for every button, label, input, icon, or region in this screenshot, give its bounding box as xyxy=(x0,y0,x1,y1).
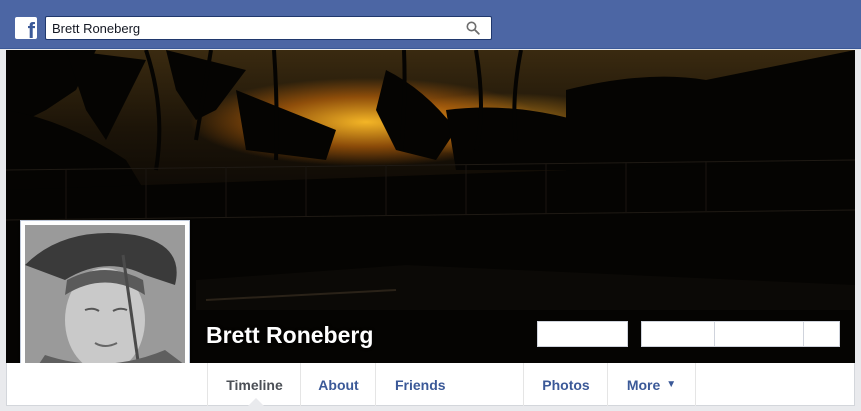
action-button-3[interactable] xyxy=(714,321,804,347)
soldier-portrait xyxy=(25,225,185,385)
logo-letter: f xyxy=(27,18,35,40)
action-button-2[interactable] xyxy=(641,321,715,347)
tab-more[interactable]: More ▼ xyxy=(607,363,696,406)
tab-label: Timeline xyxy=(226,376,283,393)
profile-tab-bar: Timeline About Friends Photos More ▼ xyxy=(6,363,855,406)
search-input[interactable] xyxy=(52,19,452,37)
tab-label: More xyxy=(626,376,661,393)
profile-photo xyxy=(25,225,185,385)
search-button[interactable] xyxy=(455,17,491,39)
active-tab-pointer xyxy=(248,398,264,406)
tab-friends[interactable]: Friends xyxy=(375,363,524,406)
caret-down-icon: ▼ xyxy=(666,379,677,390)
tab-label: Friends xyxy=(395,376,446,393)
action-button-1[interactable] xyxy=(537,321,628,347)
action-button-4[interactable] xyxy=(803,321,840,347)
tab-about[interactable]: About xyxy=(300,363,376,406)
tab-label: Photos xyxy=(542,376,590,393)
tab-photos[interactable]: Photos xyxy=(523,363,608,406)
facebook-logo[interactable]: f xyxy=(15,17,37,39)
top-navigation-bar: f xyxy=(0,0,861,49)
search-box[interactable] xyxy=(45,16,492,40)
magnifier-icon xyxy=(466,21,480,35)
profile-name: Brett Roneberg xyxy=(206,322,374,348)
tab-label: About xyxy=(318,376,359,393)
